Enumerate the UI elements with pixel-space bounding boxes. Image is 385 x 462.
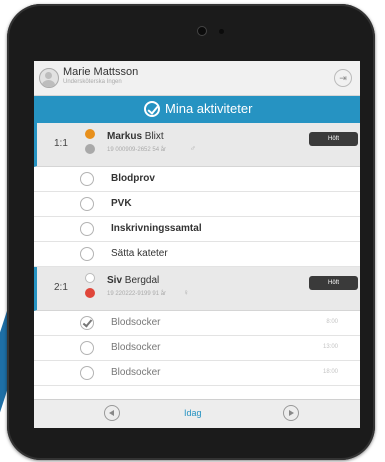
activity-label: Blodsocker	[111, 317, 161, 328]
activity-row[interactable]: Inskrivningssamtal	[34, 217, 360, 242]
activity-checkbox[interactable]	[80, 222, 94, 236]
activity-label: Blodsocker	[111, 367, 161, 378]
activity-time: 8:00	[326, 319, 338, 325]
activity-row[interactable]: PVK	[34, 192, 360, 217]
patient-row[interactable]: 1:1 Markus Blixt 19 000909-2652 54 år ♂ …	[34, 123, 360, 167]
activity-checkbox[interactable]	[80, 197, 94, 211]
patient-info: 19 000909-2652 54 år	[107, 147, 167, 153]
patient-last-name: Bergdal	[122, 275, 160, 286]
diagnosis-badge[interactable]: Höft	[309, 276, 358, 290]
activity-checkbox-checked[interactable]	[80, 316, 94, 330]
arrow-left-icon[interactable]	[104, 405, 120, 421]
female-gender-icon: ♀	[183, 288, 189, 297]
bed-number: 1:1	[54, 138, 68, 149]
status-dot-icon	[85, 273, 95, 283]
activity-row[interactable]: Blodsocker 13:00	[34, 336, 360, 361]
bottom-nav-bar: Idag	[34, 399, 360, 428]
today-button[interactable]: Idag	[184, 408, 202, 418]
camera-icon	[197, 26, 207, 36]
activity-checkbox[interactable]	[80, 341, 94, 355]
patient-name: Siv Bergdal	[107, 275, 159, 286]
activity-row[interactable]: Blodsocker 18:00	[34, 361, 360, 386]
activity-row[interactable]: Blodsocker 8:00	[34, 311, 360, 336]
patient-info: 19 220222-9199 91 år	[107, 291, 167, 297]
activity-checkbox[interactable]	[80, 247, 94, 261]
title-bar: Mina aktiviteter	[34, 96, 360, 123]
app-screen: Marie Mattsson Undersköterska Ingen ⇥ Mi…	[34, 61, 360, 428]
male-gender-icon: ♂	[190, 144, 196, 153]
tablet-device: Marie Mattsson Undersköterska Ingen ⇥ Mi…	[7, 4, 375, 460]
patient-last-name: Blixt	[142, 131, 164, 142]
activity-checkbox[interactable]	[80, 366, 94, 380]
patient-first-name: Siv	[107, 275, 123, 286]
activity-label: Blodsocker	[111, 342, 161, 353]
patient-first-name: Markus	[107, 131, 143, 142]
activity-label: Blodprov	[111, 173, 155, 184]
activity-time: 18:00	[322, 369, 338, 375]
patient-name: Markus Blixt	[107, 131, 164, 142]
activity-label: Sätta kateter	[111, 248, 168, 259]
sensor-icon	[219, 29, 224, 34]
activity-row[interactable]: Sätta kateter	[34, 242, 360, 267]
diagnosis-badge[interactable]: Höft	[309, 132, 358, 146]
activity-time: 13:00	[322, 344, 338, 350]
activity-label: PVK	[111, 198, 132, 209]
status-dot-icon	[85, 144, 95, 154]
bed-number: 2:1	[54, 282, 68, 293]
user-role: Undersköterska Ingen	[63, 79, 122, 85]
arrow-right-icon[interactable]	[283, 405, 299, 421]
user-name: Marie Mattsson	[63, 66, 139, 78]
activity-checkbox[interactable]	[80, 172, 94, 186]
logout-icon[interactable]: ⇥	[334, 69, 352, 87]
avatar[interactable]	[39, 68, 59, 88]
status-dot-icon	[85, 288, 95, 298]
user-bar: Marie Mattsson Undersköterska Ingen ⇥	[34, 61, 360, 96]
page-title: Mina aktiviteter	[165, 101, 253, 116]
checkmark-circle-icon	[144, 101, 160, 117]
activity-label: Inskrivningssamtal	[111, 223, 202, 234]
activity-row[interactable]: Blodprov	[34, 167, 360, 192]
status-dot-icon	[85, 129, 95, 139]
patient-row[interactable]: 2:1 Siv Bergdal 19 220222-9199 91 år ♀ H…	[34, 267, 360, 311]
